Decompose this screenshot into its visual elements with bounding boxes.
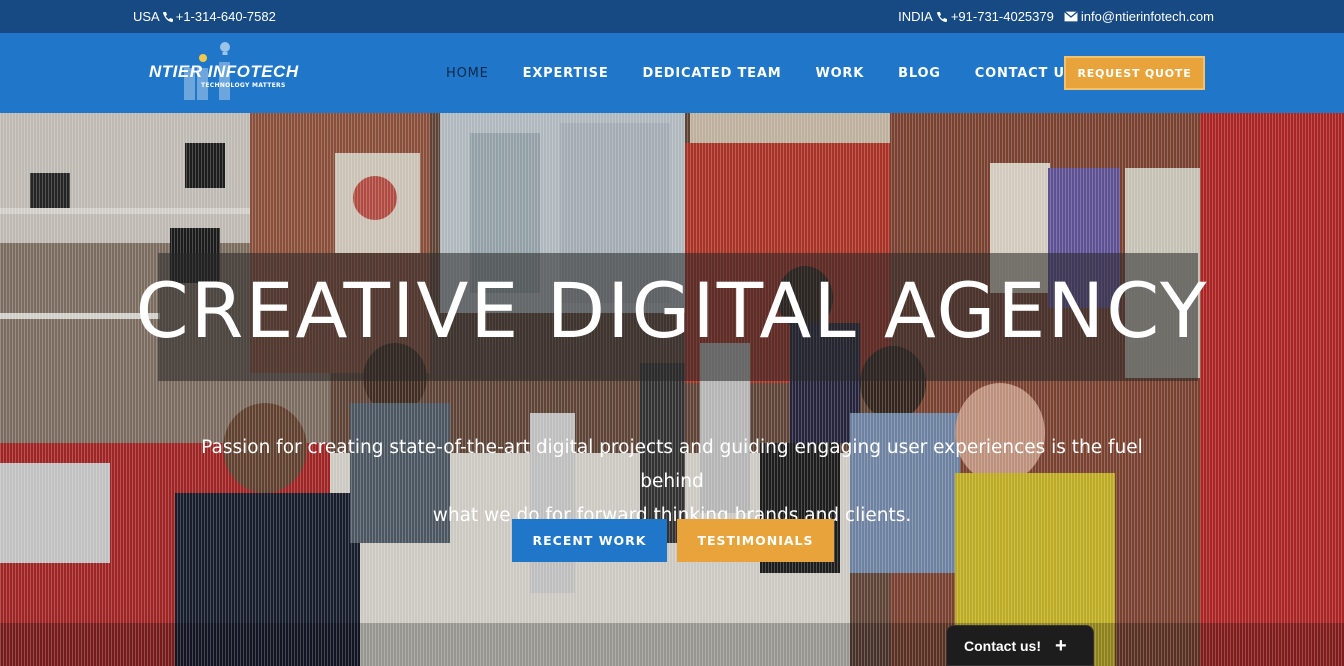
nav-blog[interactable]: BLOG	[898, 66, 941, 81]
contact-us-widget[interactable]: Contact us! +	[946, 625, 1094, 666]
main-header: NTIER INFOTECH TECHNOLOGY MATTERS HOME E…	[0, 33, 1344, 113]
plus-icon[interactable]: +	[1055, 636, 1067, 656]
request-quote-button[interactable]: REQUEST QUOTE	[1064, 56, 1205, 90]
usa-contact: USA +1-314-640-7582	[133, 9, 276, 24]
india-contact: INDIA +91-731-4025379 info@ntierinfotech…	[898, 9, 1214, 24]
logo-brand-text: NTIER INFOTECH	[149, 62, 299, 81]
top-contact-bar: USA +1-314-640-7582 INDIA +91-731-402537…	[0, 0, 1344, 33]
phone-icon	[936, 11, 947, 22]
hero-subtitle: Passion for creating state-of-the-art di…	[180, 431, 1164, 533]
hero-subtitle-line2: what we do for forward thinking brands a…	[432, 505, 912, 526]
main-nav: HOME EXPERTISE DEDICATED TEAM WORK BLOG …	[446, 66, 1075, 81]
nav-contact-us[interactable]: CONTACT US	[975, 66, 1075, 81]
email-link[interactable]: info@ntierinfotech.com	[1081, 9, 1214, 24]
nav-expertise[interactable]: EXPERTISE	[523, 66, 609, 81]
nav-work[interactable]: WORK	[815, 66, 864, 81]
usa-label: USA	[133, 9, 160, 24]
envelope-icon	[1063, 11, 1078, 22]
nav-dedicated-team[interactable]: DEDICATED TEAM	[643, 66, 782, 81]
hero-title: CREATIVE DIGITAL AGENCY	[135, 266, 1209, 355]
usa-phone-link[interactable]: +1-314-640-7582	[176, 9, 276, 24]
site-logo[interactable]: NTIER INFOTECH TECHNOLOGY MATTERS	[149, 40, 298, 102]
logo-tagline: TECHNOLOGY MATTERS	[201, 82, 286, 89]
india-phone-link[interactable]: +91-731-4025379	[951, 9, 1054, 24]
recent-work-button[interactable]: RECENT WORK	[512, 519, 667, 562]
phone-icon	[162, 11, 173, 22]
testimonials-button[interactable]: TESTIMONIALS	[677, 519, 834, 562]
hero-banner: CREATIVE DIGITAL AGENCY Passion for crea…	[0, 113, 1344, 666]
nav-home[interactable]: HOME	[446, 66, 489, 81]
contact-us-label: Contact us!	[964, 637, 1041, 654]
hero-subtitle-line1: Passion for creating state-of-the-art di…	[201, 437, 1143, 492]
india-label: INDIA	[898, 9, 933, 24]
